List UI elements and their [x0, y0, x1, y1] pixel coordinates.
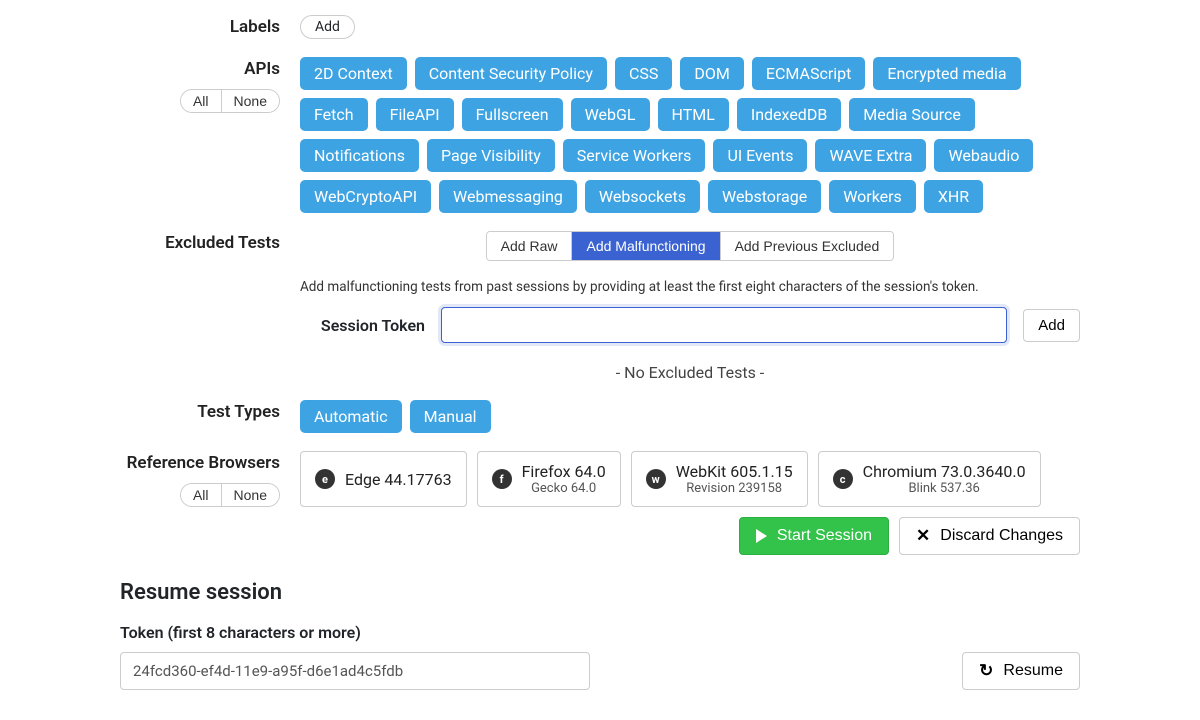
discard-changes-label: Discard Changes [940, 527, 1063, 545]
row-excluded: Excluded Tests Add Raw Add Malfunctionin… [120, 231, 1080, 382]
browser-icon: f [492, 469, 512, 489]
browser-name: Edge 44.17763 [345, 470, 452, 489]
apis-all-button[interactable]: All [181, 90, 221, 112]
resume-heading: Resume session [120, 580, 1080, 605]
no-excluded-tests: - No Excluded Tests - [300, 363, 1080, 382]
row-labels: Labels Add [120, 15, 1080, 39]
labels-add-button[interactable]: Add [300, 15, 355, 39]
browser-icon: c [833, 469, 853, 489]
row-ref-browsers: Reference Browsers All None e Edge 44.177… [120, 451, 1080, 555]
resume-button[interactable]: ↻ Resume [962, 652, 1080, 690]
api-chip[interactable]: HTML [658, 98, 729, 131]
api-chip[interactable]: Encrypted media [873, 57, 1020, 90]
api-chip[interactable]: Webmessaging [439, 180, 577, 213]
reload-icon: ↻ [979, 661, 993, 681]
api-chip[interactable]: FileAPI [376, 98, 454, 131]
apis-allnone-group: All None [180, 89, 280, 113]
browser-name: WebKit 605.1.15 [676, 462, 793, 481]
row-apis: APIs All None 2D ContextContent Security… [120, 57, 1080, 213]
api-chip[interactable]: DOM [680, 57, 743, 90]
start-session-label: Start Session [777, 527, 872, 545]
browser-name: Chromium 73.0.3640.0 [863, 462, 1026, 481]
api-chip[interactable]: CSS [615, 57, 672, 90]
excluded-title: Excluded Tests [165, 233, 280, 253]
api-chip[interactable]: WebCryptoAPI [300, 180, 431, 213]
api-chip[interactable]: Page Visibility [427, 139, 555, 172]
browser-icon: w [646, 469, 666, 489]
api-chip[interactable]: IndexedDB [737, 98, 841, 131]
browser-card[interactable]: c Chromium 73.0.3640.0Blink 537.36 [818, 451, 1041, 507]
play-icon [756, 529, 767, 543]
browser-sub: Revision 239158 [686, 481, 782, 496]
test-types-chip-list: AutomaticManual [300, 400, 1080, 433]
browser-sub: Gecko 64.0 [531, 481, 596, 496]
browser-sub: Blink 537.36 [908, 481, 979, 496]
test-type-chip[interactable]: Automatic [300, 400, 402, 433]
refbrowsers-allnone-group: All None [180, 483, 280, 507]
api-chip[interactable]: Webstorage [708, 180, 821, 213]
labels-title: Labels [230, 17, 280, 37]
session-token-add-button[interactable]: Add [1023, 309, 1080, 342]
api-chip[interactable]: Websockets [585, 180, 700, 213]
api-chip[interactable]: ECMAScript [752, 57, 865, 90]
api-chip[interactable]: WebGL [571, 98, 650, 131]
api-chip[interactable]: Content Security Policy [415, 57, 607, 90]
api-chip[interactable]: Notifications [300, 139, 419, 172]
excluded-token-row: Session Token Add [300, 307, 1080, 343]
resume-section: Resume session Token (first 8 characters… [120, 580, 1080, 690]
browser-icon: e [315, 469, 335, 489]
session-token-input[interactable] [441, 307, 1007, 343]
api-chip[interactable]: 2D Context [300, 57, 407, 90]
refbrowsers-all-button[interactable]: All [181, 484, 221, 506]
ref-browsers-title: Reference Browsers [127, 453, 280, 473]
browser-card-list: e Edge 44.17763 f Firefox 64.0Gecko 64.0 w We… [300, 451, 1080, 507]
browser-card[interactable]: f Firefox 64.0Gecko 64.0 [477, 451, 621, 507]
apis-none-button[interactable]: None [221, 90, 279, 112]
api-chip[interactable]: Webaudio [934, 139, 1033, 172]
start-session-button[interactable]: Start Session [739, 517, 889, 555]
session-token-label: Session Token [300, 316, 425, 335]
browser-card[interactable]: e Edge 44.17763 [300, 451, 467, 507]
api-chip[interactable]: WAVE Extra [815, 139, 926, 172]
refbrowsers-none-button[interactable]: None [221, 484, 279, 506]
api-chip[interactable]: Fullscreen [462, 98, 563, 131]
excluded-add-malfunctioning-button[interactable]: Add Malfunctioning [571, 232, 719, 260]
excluded-segment-group: Add Raw Add Malfunctioning Add Previous … [486, 231, 895, 261]
api-chip[interactable]: Fetch [300, 98, 368, 131]
resume-token-input[interactable] [120, 652, 590, 690]
browser-card[interactable]: w WebKit 605.1.15Revision 239158 [631, 451, 808, 507]
test-types-title: Test Types [197, 402, 280, 422]
excluded-add-raw-button[interactable]: Add Raw [487, 232, 572, 260]
apis-chip-list: 2D ContextContent Security PolicyCSSDOM E… [300, 57, 1080, 213]
discard-changes-button[interactable]: ✕ Discard Changes [899, 517, 1080, 555]
api-chip[interactable]: Media Source [849, 98, 975, 131]
api-chip[interactable]: XHR [924, 180, 983, 213]
apis-title: APIs [244, 59, 280, 79]
row-test-types: Test Types AutomaticManual [120, 400, 1080, 433]
api-chip[interactable]: Workers [829, 180, 916, 213]
resume-token-label: Token (first 8 characters or more) [120, 623, 1080, 642]
test-type-chip[interactable]: Manual [410, 400, 491, 433]
api-chip[interactable]: Service Workers [563, 139, 706, 172]
excluded-help-text: Add malfunctioning tests from past sessi… [300, 279, 1080, 295]
browser-name: Firefox 64.0 [522, 462, 606, 481]
excluded-add-previous-button[interactable]: Add Previous Excluded [720, 232, 894, 260]
close-icon: ✕ [916, 526, 930, 546]
action-row: Start Session ✕ Discard Changes [300, 517, 1080, 555]
api-chip[interactable]: UI Events [713, 139, 807, 172]
resume-button-label: Resume [1003, 662, 1063, 680]
